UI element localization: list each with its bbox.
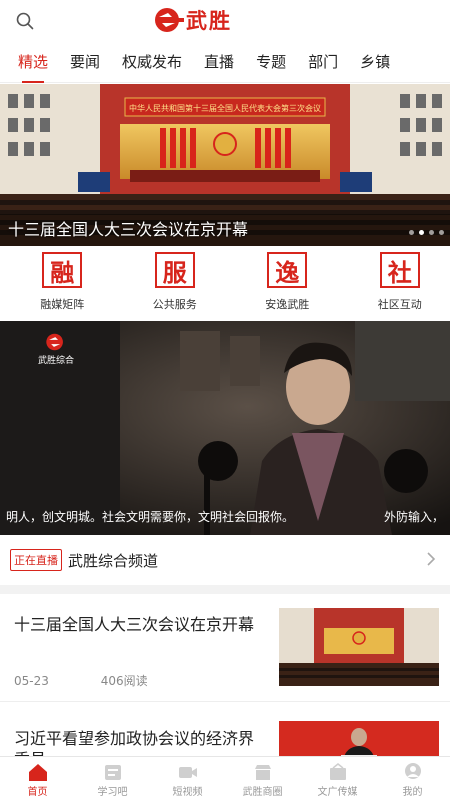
news-thumbnail-image [279,608,439,686]
search-icon[interactable] [16,12,34,30]
nav-media[interactable]: 文广传媒 [300,757,375,800]
section-divider [0,585,450,594]
nav-shop[interactable]: 武胜商圈 [225,757,300,800]
news-thumbnail-image [279,721,439,760]
tab-live[interactable]: 直播 [204,42,234,83]
carousel-dot[interactable] [439,230,444,235]
quick-link-anyi-wusheng[interactable]: 逸 安逸武胜 [237,252,338,318]
logo-mark-icon [155,8,184,32]
community-icon: 社 [379,252,420,288]
quick-link-label: 公共服务 [152,298,197,311]
video-icon [178,767,197,778]
nav-study[interactable]: 学习吧 [75,757,150,800]
quick-link-label: 社区互动 [377,298,422,311]
nav-profile[interactable]: 我的 [375,757,450,800]
shop-icon [254,765,271,780]
logo-text: 武胜 [186,8,232,33]
live-channel-title: 武胜综合频道 [68,551,159,570]
profile-icon [404,763,421,779]
news-date: 05-23 [14,674,49,688]
nav-label: 学习吧 [97,787,128,798]
nav-label: 武胜商圈 [242,787,283,798]
news-title: 十三届全国人大三次会议在京开幕 [14,615,255,634]
study-icon [104,765,121,780]
tab-departments[interactable]: 部门 [308,42,338,83]
bottom-nav: 首页 学习吧 短视频 武胜商圈 文广传媒 我的 [0,756,450,800]
news-thumbnail [279,608,439,686]
live-channel-row[interactable]: 正在直播 武胜综合频道 [0,540,450,580]
app-logo: 武胜 [154,6,296,34]
live-badge: 正在直播 [10,549,62,571]
video-subtitle: 明人，创文明城。社会文明需要你，文明社会回报你。 外防输入， [6,508,450,525]
home-icon [28,764,47,781]
tab-official[interactable]: 权威发布 [122,42,182,83]
nav-label: 首页 [27,787,48,798]
carousel-dot[interactable] [429,230,434,235]
quick-link-media-matrix[interactable]: 融 融媒矩阵 [12,252,113,318]
carousel-indicator [409,230,444,235]
tab-special[interactable]: 专题 [256,42,286,83]
news-read-count: 406阅读 [100,674,148,688]
tab-featured[interactable]: 精选 [18,42,48,83]
channel-logo-icon [46,333,63,351]
news-thumbnail [279,721,439,760]
nav-label: 文广传媒 [317,787,358,798]
category-tabs: 精选 要闻 权威发布 直播 专题 部门 乡镇 [0,42,450,83]
hero-caption: 十三届全国人大三次会议在京开幕 [8,220,249,239]
video-subtitle-left: 明人，创文明城。社会文明需要你，文明社会回报你。 [6,510,295,524]
top-bar: 武胜 [0,0,450,42]
media-matrix-icon: 融 [42,252,83,288]
channel-logo: 武胜综合 [38,333,74,366]
nav-short-video[interactable]: 短视频 [150,757,225,800]
quick-link-label: 融媒矩阵 [40,298,85,311]
news-meta: 05-23 406阅读 [14,672,148,689]
hero-carousel[interactable]: 中华人民共和国第十三届全国人民代表大会第三次会议 十三届全国人大三次会议在京开幕 [0,84,450,246]
news-item[interactable]: 习近平看望参加政协会议的经济界委员 [0,708,450,760]
media-icon [329,763,346,780]
quick-link-label: 安逸武胜 [265,298,310,311]
nav-label: 短视频 [172,787,203,798]
channel-logo-text: 武胜综合 [38,356,75,366]
quick-links: 融 融媒矩阵 服 公共服务 逸 安逸武胜 社 社区互动 [0,252,450,318]
tab-news[interactable]: 要闻 [70,42,100,83]
hero-banner-text: 中华人民共和国第十三届全国人民代表大会第三次会议 [129,103,321,113]
chevron-right-icon [427,552,436,566]
news-item[interactable]: 十三届全国人大三次会议在京开幕 05-23 406阅读 [0,594,450,702]
tab-towns[interactable]: 乡镇 [360,42,390,83]
carousel-dot[interactable] [409,230,414,235]
public-service-icon: 服 [154,252,195,288]
quick-link-community[interactable]: 社 社区互动 [350,252,450,318]
quick-link-public-service[interactable]: 服 公共服务 [125,252,226,318]
nav-home[interactable]: 首页 [0,757,75,800]
carousel-dot-active[interactable] [419,230,424,235]
live-video-player[interactable]: 武胜综合 明人，创文明城。社会文明需要你，文明社会回报你。 外防输入， [0,321,450,535]
video-subtitle-right: 外防输入， [383,510,444,524]
nav-label: 我的 [402,787,423,798]
anyi-wusheng-icon: 逸 [267,252,308,288]
